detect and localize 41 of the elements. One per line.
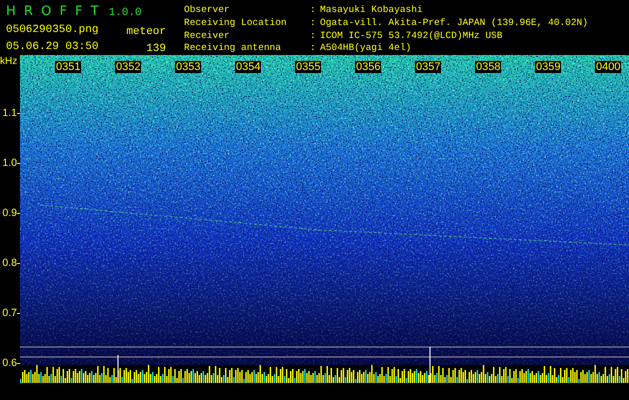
tick-mark xyxy=(17,113,20,114)
time-label: 0352 xyxy=(115,61,142,73)
info-value: A504HB(yagi 4el) xyxy=(320,42,412,55)
tick-mark xyxy=(17,363,20,364)
tick-mark xyxy=(17,313,20,314)
meteor-count: 139 xyxy=(146,43,166,55)
frequency-label: 0.7 xyxy=(2,306,17,320)
time-label: 0400 xyxy=(595,61,622,73)
time-label: 0357 xyxy=(415,61,442,73)
frequency-label: 0.9 xyxy=(2,206,17,220)
frequency-label: 0.8 xyxy=(2,256,17,270)
info-separator: : xyxy=(310,30,317,42)
info-separator: : xyxy=(310,42,317,55)
frequency-label: 0.6 xyxy=(2,356,17,370)
app-version: 1.0.0 xyxy=(108,7,142,19)
time-label: 0359 xyxy=(535,61,562,73)
time-label: 0353 xyxy=(175,61,202,73)
frequency-label: 1.1 xyxy=(2,106,17,120)
file-name: 0506290350.png xyxy=(6,24,100,36)
time-label: 0351 xyxy=(55,61,82,73)
date-time: 05.06.29 03:50 xyxy=(6,41,100,53)
tick-mark xyxy=(17,163,20,164)
time-label: 0358 xyxy=(475,61,502,73)
time-label: 0355 xyxy=(295,61,322,73)
info-label: Receiving Location xyxy=(184,16,288,30)
time-label: 0356 xyxy=(355,61,382,73)
info-value: Masayuki Kobayashi xyxy=(320,4,424,17)
info-separator: : xyxy=(310,16,317,30)
unit-label: kHz xyxy=(0,55,18,69)
counter-label: meteor xyxy=(126,26,166,38)
info-value: Ogata-vill. Akita-Pref. JAPAN (139.96E, 40.02N) xyxy=(320,16,588,30)
info-label: Observer xyxy=(184,4,231,17)
info-value: ICOM IC-575 53.7492(@LCD)MHz USB xyxy=(320,30,504,42)
info-label: Receiver xyxy=(184,30,231,42)
tick-mark xyxy=(17,213,20,214)
frequency-label: 1.0 xyxy=(2,156,17,170)
info-label: Receiving antenna xyxy=(184,42,282,55)
time-label: 0354 xyxy=(235,61,262,73)
tick-mark xyxy=(17,263,20,264)
app-name: H R O F F T xyxy=(6,4,101,19)
info-separator: : xyxy=(310,4,317,17)
